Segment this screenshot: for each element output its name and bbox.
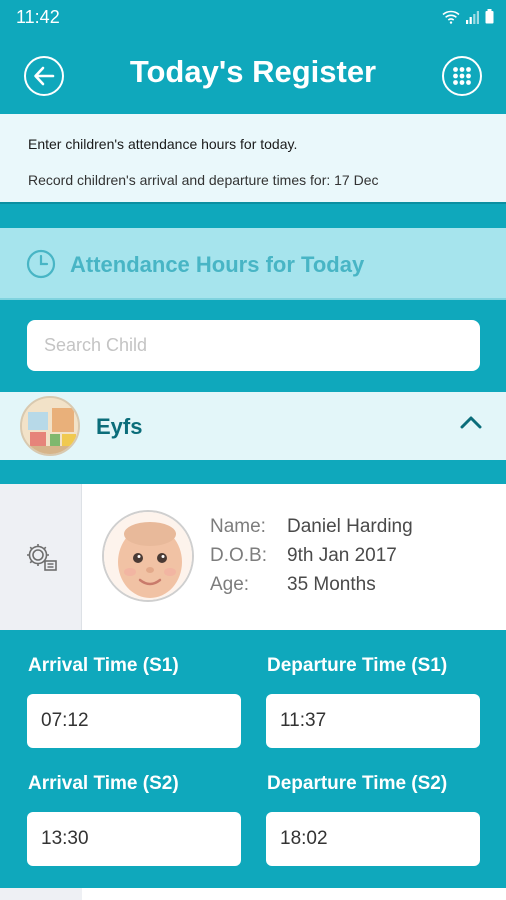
clock-icon [26, 249, 56, 279]
next-card-settings-edge [0, 888, 82, 900]
child-settings-button[interactable] [0, 484, 82, 630]
chevron-up-icon[interactable] [460, 414, 482, 430]
age-label: Age: [210, 574, 250, 595]
child-age: 35 Months [287, 574, 376, 595]
grid-menu-icon [453, 67, 471, 85]
group-row[interactable]: Eyfs [0, 392, 506, 460]
page-title: Today's Register [129, 54, 377, 89]
dob-label: D.O.B: [210, 545, 268, 566]
departure-s2-label: Departure Time (S2) [267, 773, 448, 794]
child-card: Name: Daniel Harding D.O.B: 9th Jan 2017… [0, 484, 506, 630]
arrival-s2-field[interactable]: 13:30 [27, 812, 241, 866]
menu-button[interactable] [442, 56, 482, 96]
section-title: Attendance Hours for Today [70, 252, 365, 277]
attendance-times-panel: Arrival Time (S1) Departure Time (S1) 07… [0, 630, 506, 888]
gear-icon [26, 544, 57, 571]
status-time: 11:42 [16, 7, 60, 27]
group-avatar [20, 396, 80, 456]
wifi-icon [442, 10, 460, 24]
status-bar: 11:42 [0, 0, 506, 36]
departure-s2-field[interactable]: 18:02 [266, 812, 480, 866]
group-name: Eyfs [96, 414, 143, 439]
child-photo [102, 510, 194, 602]
status-icons [442, 9, 494, 24]
info-panel: Enter children's attendance hours for to… [0, 114, 506, 204]
info-record-date: Record children's arrival and departure … [28, 172, 379, 188]
name-label: Name: [210, 516, 266, 537]
departure-s1-field[interactable]: 11:37 [266, 694, 480, 748]
arrival-s1-field[interactable]: 07:12 [27, 694, 241, 748]
arrival-s2-label: Arrival Time (S2) [28, 773, 179, 794]
child-dob: 9th Jan 2017 [287, 545, 397, 566]
info-instructions: Enter children's attendance hours for to… [28, 136, 298, 152]
child-name: Daniel Harding [287, 516, 413, 537]
departure-s1-label: Departure Time (S1) [267, 655, 448, 676]
search-input[interactable] [27, 320, 480, 371]
app-bar: Today's Register [0, 36, 506, 114]
signal-icon [466, 10, 479, 24]
battery-icon [485, 9, 494, 24]
arrival-s1-label: Arrival Time (S1) [28, 655, 179, 676]
section-header: Attendance Hours for Today [0, 228, 506, 300]
